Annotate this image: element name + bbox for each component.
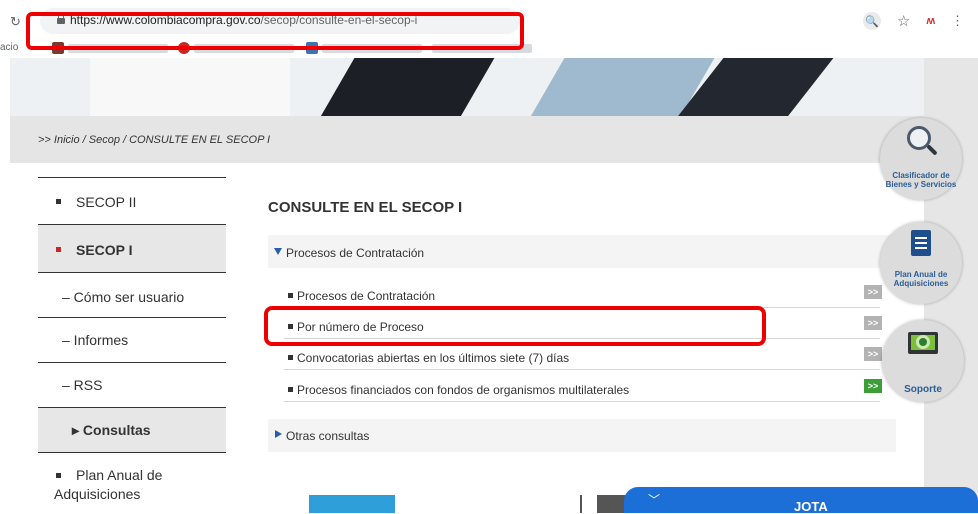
chevron-down-icon[interactable]: ﹀	[648, 491, 660, 508]
bullet-icon	[56, 473, 61, 478]
clasificador-widget[interactable]: Clasificador de Bienes y Servicios	[880, 118, 962, 200]
link-label: Convocatorias abiertas en los últimos si…	[297, 351, 570, 365]
arrow-button[interactable]: >>	[864, 316, 882, 330]
accordion-label: Procesos de Contratación	[286, 246, 425, 260]
support-monitor-icon	[908, 332, 938, 354]
link-procesos-financiados[interactable]: Procesos financiados con fondos de organ…	[284, 373, 882, 402]
zoom-icon[interactable]: 🔍	[862, 12, 881, 30]
bullet-icon	[288, 293, 293, 298]
bookmarks-truncated-label: acio	[0, 42, 19, 53]
chat-title: JOTA	[794, 499, 828, 514]
sidebar-item-informes[interactable]: – Informes	[38, 317, 226, 362]
chat-widget[interactable]: ﹀ JOTA	[624, 487, 978, 514]
sidebar-item-secop-i[interactable]: SECOP I	[38, 224, 226, 272]
sidebar-item-label: – Informes	[62, 332, 129, 348]
plan-anual-widget[interactable]: Plan Anual de Adquisiciones	[880, 222, 962, 304]
header-banner	[10, 58, 924, 116]
sidebar-item-rss[interactable]: – RSS	[38, 362, 226, 407]
sidebar-item-label: Plan Anual de	[76, 467, 163, 483]
link-label: Procesos financiados con fondos de organ…	[297, 383, 630, 397]
accordion-otras-consultas[interactable]: Otras consultas	[268, 419, 896, 452]
menu-dots-icon[interactable]: ⋮	[951, 13, 964, 29]
bookmark-star-icon[interactable]: ☆	[897, 12, 910, 30]
sidebar-item-label: – RSS	[62, 377, 103, 393]
magnifier-handle	[926, 144, 938, 156]
sidebar-item-label: – Cómo ser usuario	[62, 289, 185, 305]
sidebar-item-label: SECOP II	[76, 194, 137, 210]
document-icon	[911, 230, 931, 256]
sidebar-item-plan-anual[interactable]: Plan Anual de Adquisiciones	[38, 452, 226, 513]
sidebar-item-label: SECOP I	[76, 242, 133, 258]
widget-label: Plan Anual de	[894, 270, 948, 279]
soporte-widget[interactable]: Soporte	[882, 320, 964, 402]
widget-label: Bienes y Servicios	[885, 180, 957, 189]
widget-label: Clasificador de	[892, 171, 950, 180]
widget-label: Soporte	[904, 384, 942, 395]
bottom-image	[309, 495, 395, 513]
sidebar-item-como-ser-usuario[interactable]: – Cómo ser usuario	[38, 272, 226, 317]
caret-down-icon	[274, 248, 282, 255]
bullet-icon	[288, 387, 293, 392]
page-title: CONSULTE EN EL SECOP I	[268, 199, 463, 216]
breadcrumb[interactable]: >> Inicio / Secop / CONSULTE EN EL SECOP…	[38, 134, 270, 146]
widget-label: Adquisiciones	[893, 279, 949, 288]
arrow-button[interactable]: >>	[864, 379, 882, 393]
bullet-icon	[56, 247, 61, 252]
arrow-button[interactable]: >>	[864, 347, 882, 361]
toolbar-icons: 🔍 ☆ ʍ ⋮	[862, 12, 964, 30]
caret-right-icon	[275, 430, 282, 438]
extension-icon[interactable]: ʍ	[926, 15, 935, 27]
sidebar-item-label: Adquisiciones	[54, 486, 141, 502]
sidebar-item-label: ▸ Consultas	[72, 422, 151, 438]
link-label: Procesos de Contratación	[297, 289, 436, 303]
bullet-icon	[56, 199, 61, 204]
link-procesos-contratacion[interactable]: Procesos de Contratación >>	[284, 279, 882, 308]
sidebar-item-secop-ii[interactable]: SECOP II	[38, 177, 226, 224]
bottom-image	[597, 495, 627, 513]
reload-icon[interactable]: ↻	[10, 14, 21, 30]
divider	[580, 495, 582, 513]
accordion-label: Otras consultas	[286, 429, 370, 443]
url-highlight-annotation	[26, 12, 524, 50]
accordion-procesos-contratacion[interactable]: Procesos de Contratación	[268, 235, 896, 268]
row-highlight-annotation	[264, 306, 766, 346]
sidebar-item-consultas[interactable]: ▸ Consultas	[38, 407, 226, 452]
bullet-icon	[288, 355, 293, 360]
